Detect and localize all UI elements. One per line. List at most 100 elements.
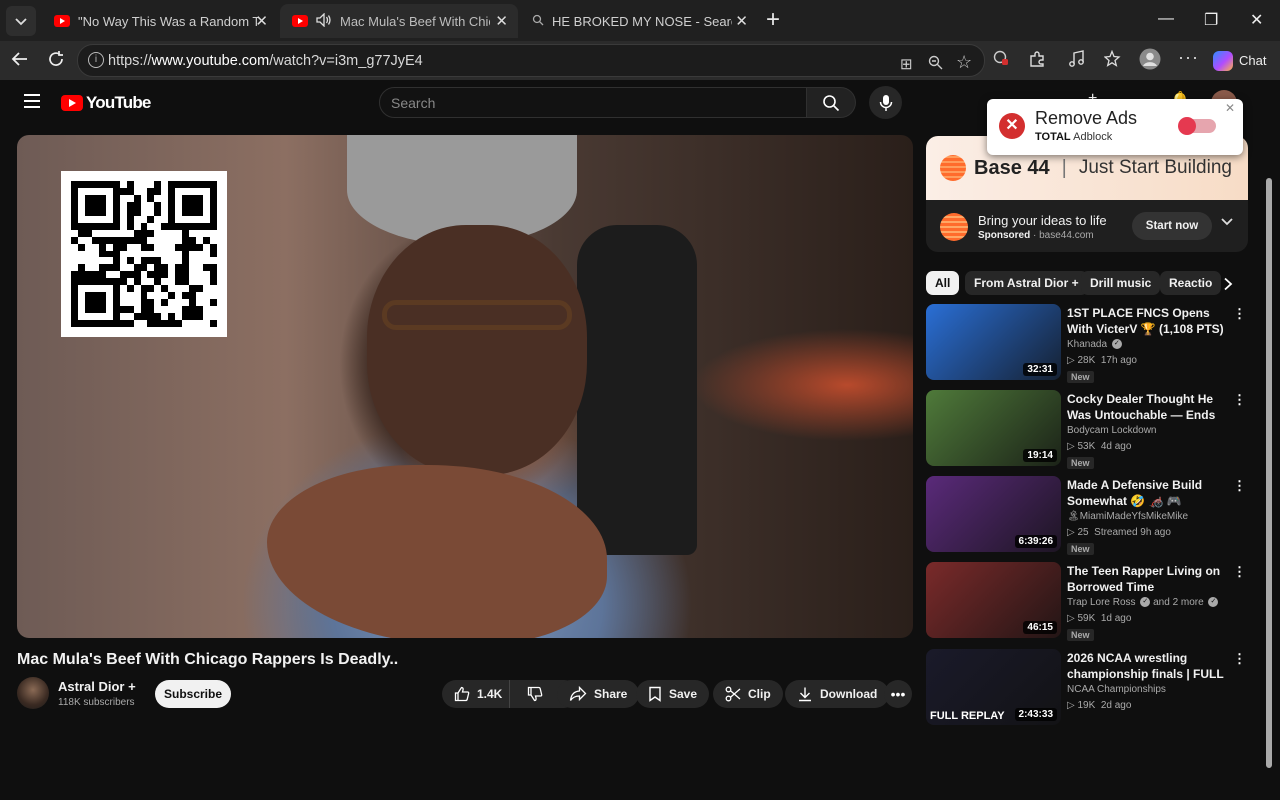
recommendation-title[interactable]: The Teen Rapper Living on Borrowed Time [1067,563,1232,595]
browser-tab-active[interactable]: Mac Mula's Beef With Chicago ✕ [280,4,518,38]
video-thumbnail[interactable]: 46:15 [926,562,1061,638]
more-options-icon[interactable]: ⋮ [1233,392,1246,408]
video-thumbnail[interactable]: FULL REPLAY 2:43:33 [926,649,1061,725]
save-button[interactable]: Save [636,680,710,708]
restore-icon[interactable]: ❐ [1204,10,1218,30]
more-options-icon[interactable]: ⋮ [1233,564,1246,580]
recommendation-channel[interactable]: Bodycam Lockdown [1067,425,1157,436]
recommendation-title[interactable]: Made A Defensive Build Somewhat 🤣 🦽 🎮 [1067,477,1232,509]
zoom-icon[interactable] [928,55,943,74]
filter-chips: All From Astral Dior + Drill music React… [926,271,1244,295]
chip-all[interactable]: All [926,271,960,295]
search-button[interactable] [807,87,856,118]
channel-avatar[interactable] [17,677,49,709]
recommendation-title[interactable]: Cocky Dealer Thought He Was Untouchable … [1067,391,1232,423]
recommendation-channel[interactable]: Khanada ✓ [1067,339,1122,350]
minimize-icon[interactable]: — [1158,10,1174,28]
new-badge: New [1067,543,1094,555]
close-tab-icon[interactable]: ✕ [495,12,508,30]
settings-more-icon[interactable]: ··· [1178,47,1199,68]
video-duration: 46:15 [1023,621,1057,634]
recommendation-meta: ▷ 25 Streamed 9h ago [1067,527,1171,538]
chips-next-arrow-icon[interactable] [1222,277,1234,295]
new-tab-icon[interactable]: + [766,8,780,32]
download-icon [799,687,811,702]
chip-from-channel[interactable]: From Astral Dior + [965,271,1088,295]
back-arrow-icon[interactable] [11,50,29,72]
speaker-icon[interactable] [316,11,332,30]
like-count: 1.4K [477,687,503,701]
verified-check-icon: ✓ [1111,339,1122,350]
voice-search-button[interactable] [869,86,902,119]
browser-tab[interactable]: HE BROKED MY NOSE - Search ✕ [520,4,758,38]
video-title: Mac Mula's Beef With Chicago Rappers Is … [17,651,399,668]
close-tab-icon[interactable]: ✕ [255,12,268,30]
close-popup-icon[interactable]: ✕ [1225,101,1235,115]
recommendation-item[interactable]: 32:31 1ST PLACE FNCS Opens With VicterV 🏆… [926,304,1256,383]
recommendation-title[interactable]: 1ST PLACE FNCS Opens With VicterV 🏆 (1,1… [1067,305,1232,337]
recommendation-item[interactable]: 19:14 Cocky Dealer Thought He Was Untouch… [926,390,1256,469]
tracking-prevention-icon[interactable] [993,50,1009,71]
video-player[interactable] [17,135,913,638]
ad-sponsor-line: Sponsored · base44.com [978,230,1094,241]
share-label: Share [594,687,628,701]
more-options-icon[interactable]: ⋮ [1233,651,1246,667]
ad-cta-button[interactable]: Start now [1132,212,1212,240]
site-info-icon[interactable]: i [88,52,104,68]
search-box [379,87,807,118]
recommendation-channel[interactable]: Trap Lore Ross ✓ and 2 more ✓ [1067,597,1219,608]
profile-avatar-icon[interactable] [1139,48,1161,75]
tab-actions-menu-button[interactable] [6,6,36,36]
chip-drill-music[interactable]: Drill music [1081,271,1161,295]
url-field[interactable]: i https://www.youtube.com/watch?v=i3m_g7… [77,44,985,77]
chevron-down-icon[interactable] [1220,214,1234,231]
video-thumbnail[interactable]: 19:14 [926,390,1061,466]
gaming-chair-shape [577,225,697,555]
recommendation-channel[interactable]: 🏝MiamiMadeYfsMikeMike [1067,511,1188,522]
search-icon [823,94,840,111]
chevron-down-icon [15,18,27,26]
close-tab-icon[interactable]: ✕ [735,12,748,30]
url-text: https://www.youtube.com/watch?v=i3m_g77J… [108,53,423,69]
extensions-puzzle-icon[interactable] [1028,50,1046,73]
favorites-icon[interactable] [1103,49,1122,73]
clip-button[interactable]: Clip [713,680,783,708]
share-button[interactable]: Share [557,680,640,708]
chip-reaction[interactable]: Reactio [1160,271,1222,295]
page-scrollbar[interactable] [1264,160,1274,800]
search-input[interactable] [391,95,791,111]
microphone-icon [879,94,892,111]
subscribe-button[interactable]: Subscribe [155,680,231,708]
verified-check-icon: ✓ [1208,597,1219,608]
download-button[interactable]: Download [785,680,890,708]
more-options-icon[interactable]: ⋮ [1233,306,1246,322]
recommendation-item[interactable]: 46:15 The Teen Rapper Living on Borrowed … [926,562,1256,641]
youtube-favicon-icon [54,15,70,27]
base44-avatar-icon [940,213,968,241]
more-options-icon[interactable]: ⋮ [1233,478,1246,494]
recommendation-item[interactable]: FULL REPLAY 2:43:33 2026 NCAA wrestling ch… [926,649,1256,727]
media-control-icon[interactable] [1068,50,1086,73]
video-thumbnail[interactable]: 6:39:26 [926,476,1061,552]
remove-ads-toggle[interactable] [1178,117,1216,135]
scrollbar-thumb[interactable] [1266,178,1272,768]
apps-icon[interactable]: ⊞ [900,55,913,73]
copilot-chat-button[interactable]: Chat [1209,47,1273,74]
scissors-icon [725,686,741,702]
recommendation-channel[interactable]: NCAA Championships [1067,684,1166,695]
video-thumbnail[interactable]: 32:31 [926,304,1061,380]
more-actions-button[interactable]: ••• [884,680,912,708]
channel-name[interactable]: Astral Dior + [58,679,136,694]
verified-check-icon: ✓ [1140,597,1151,608]
close-window-icon[interactable]: ✕ [1250,10,1263,30]
favorite-star-icon[interactable]: ☆ [956,52,972,73]
menu-hamburger-icon[interactable] [24,94,40,112]
youtube-logo[interactable]: YouTube [61,93,151,113]
recommendation-item[interactable]: 6:39:26 Made A Defensive Build Somewhat 🤣… [926,476,1256,555]
like-button[interactable]: 1.4K [442,680,510,708]
refresh-icon[interactable] [47,50,65,72]
recommendation-title[interactable]: 2026 NCAA wrestling championship finals … [1067,650,1232,682]
dislike-button[interactable] [517,680,553,708]
thumbnail-text: FULL REPLAY [930,710,1005,722]
browser-tab[interactable]: "No Way This Was a Random Traffi ✕ [42,4,278,38]
